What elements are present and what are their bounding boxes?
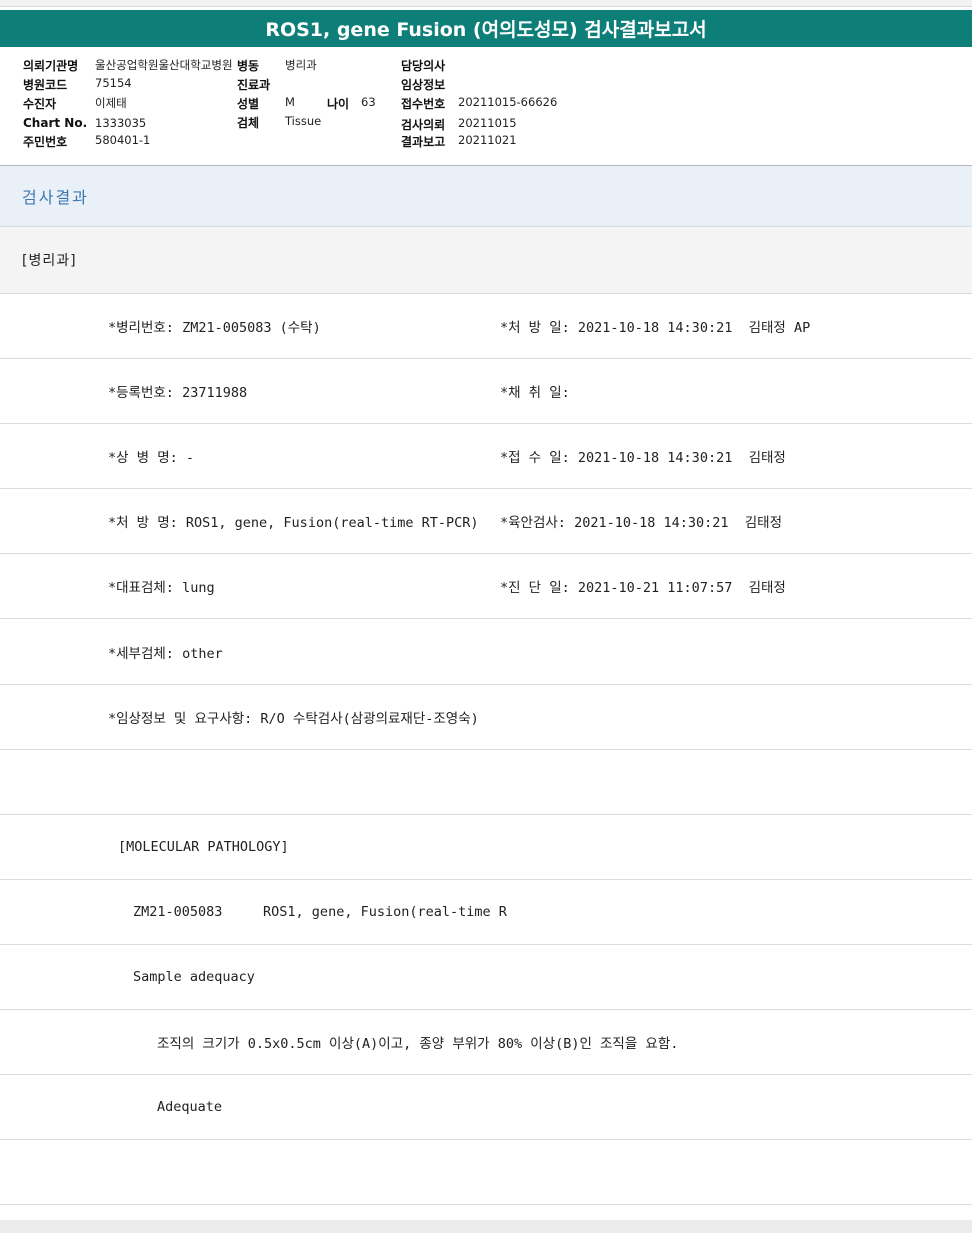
result-row: ZM21-005083 ROS1, gene, Fusion(real-time… [0, 880, 972, 945]
row-right-text: *접 수 일: 2021-10-18 14:30:21 김태정 [500, 450, 786, 466]
label-chart-no: Chart No. [23, 116, 88, 130]
department-label: [병리과] [22, 253, 77, 269]
result-row: *세부검체: other [0, 620, 972, 685]
label-patient: 수진자 [23, 97, 57, 111]
label-sex: 성별 [237, 97, 260, 111]
result-row: *대표검체: lung *진 단 일: 2021-10-21 11:07:57 … [0, 554, 972, 619]
result-row: *상 병 명: - *접 수 일: 2021-10-18 14:30:21 김태… [0, 424, 972, 489]
value-test-request: 20211015 [458, 116, 517, 130]
result-row: *처 방 명: ROS1, gene, Fusion(real-time RT-… [0, 489, 972, 554]
label-resident-no: 주민번호 [23, 135, 68, 149]
row-left-text: *처 방 명: ROS1, gene, Fusion(real-time RT-… [108, 515, 479, 531]
label-clinical-info: 임상정보 [401, 78, 446, 92]
row-left-text: ZM21-005083 ROS1, gene, Fusion(real-time… [133, 904, 507, 920]
label-result-report: 결과보고 [401, 135, 446, 149]
label-department: 진료과 [237, 78, 271, 92]
row-left-text: *임상정보 및 요구사항: R/O 수탁검사(삼광의료재단-조영숙) [108, 711, 479, 727]
report-title-bar: ROS1, gene Fusion (여의도성모) 검사결과보고서 [0, 10, 972, 47]
row-right-text: *처 방 일: 2021-10-18 14:30:21 김태정 AP [500, 320, 811, 336]
patient-info-block: 의뢰기관명 울산공업학원울산대학교병원 병원코드 75154 수진자 이제태 C… [0, 47, 972, 167]
row-left-text: Adequate [157, 1099, 223, 1115]
result-row: *임상정보 및 요구사항: R/O 수탁검사(삼광의료재단-조영숙) [0, 685, 972, 750]
row-left-text: [MOLECULAR PATHOLOGY] [118, 839, 289, 855]
value-specimen: Tissue [285, 114, 322, 128]
top-border [0, 0, 972, 7]
row-right-text: *진 단 일: 2021-10-21 11:07:57 김태정 [500, 580, 786, 596]
result-row: 조직의 크기가 0.5x0.5cm 이상(A)이고, 종양 부위가 80% 이상… [0, 1010, 972, 1075]
result-row: *병리번호: ZM21-005083 (수탁) *처 방 일: 2021-10-… [0, 294, 972, 359]
label-test-request: 검사의뢰 [401, 118, 446, 132]
row-left-text: *상 병 명: - [108, 450, 195, 466]
value-age: 63 [361, 95, 376, 109]
value-result-report: 20211021 [458, 133, 517, 147]
result-row: Sample adequacy [0, 945, 972, 1010]
result-row-empty [0, 1140, 972, 1205]
row-left-text: 조직의 크기가 0.5x0.5cm 이상(A)이고, 종양 부위가 80% 이상… [157, 1036, 679, 1052]
row-left-text: *세부검체: other [108, 646, 223, 662]
row-right-text: *육안검사: 2021-10-18 14:30:21 김태정 [500, 515, 783, 531]
value-sex: M [285, 95, 295, 109]
report-title: ROS1, gene Fusion (여의도성모) 검사결과보고서 [265, 19, 707, 41]
bottom-bar [0, 1220, 972, 1233]
label-doctor: 담당의사 [401, 59, 446, 73]
row-left-text: *병리번호: ZM21-005083 (수탁) [108, 320, 321, 336]
value-patient: 이제태 [95, 96, 127, 110]
value-ward: 병리과 [285, 58, 317, 72]
label-institution: 의뢰기관명 [23, 59, 79, 73]
label-specimen: 검체 [237, 116, 260, 130]
label-ward: 병동 [237, 59, 260, 73]
value-resident-no: 580401-1 [95, 133, 151, 147]
row-right-text: *채 취 일: [500, 385, 570, 401]
row-left-text: *등록번호: 23711988 [108, 385, 248, 401]
value-receipt-no: 20211015-66626 [458, 95, 558, 109]
value-institution: 울산공업학원울산대학교병원 [95, 58, 233, 72]
result-row: Adequate [0, 1075, 972, 1140]
department-header: [병리과] [0, 227, 972, 294]
section-header-results: 검사결과 [0, 166, 972, 227]
value-chart-no: 1333035 [95, 116, 147, 130]
row-left-text: *대표검체: lung [108, 580, 215, 596]
result-row: *등록번호: 23711988 *채 취 일: [0, 359, 972, 424]
row-left-text: Sample adequacy [133, 969, 255, 985]
label-receipt-no: 접수번호 [401, 97, 446, 111]
result-row: [MOLECULAR PATHOLOGY] [0, 815, 972, 880]
value-hospital-code: 75154 [95, 76, 132, 90]
section-title: 검사결과 [22, 188, 89, 207]
result-row-empty [0, 750, 972, 815]
label-age: 나이 [327, 97, 350, 111]
label-hospital-code: 병원코드 [23, 78, 68, 92]
